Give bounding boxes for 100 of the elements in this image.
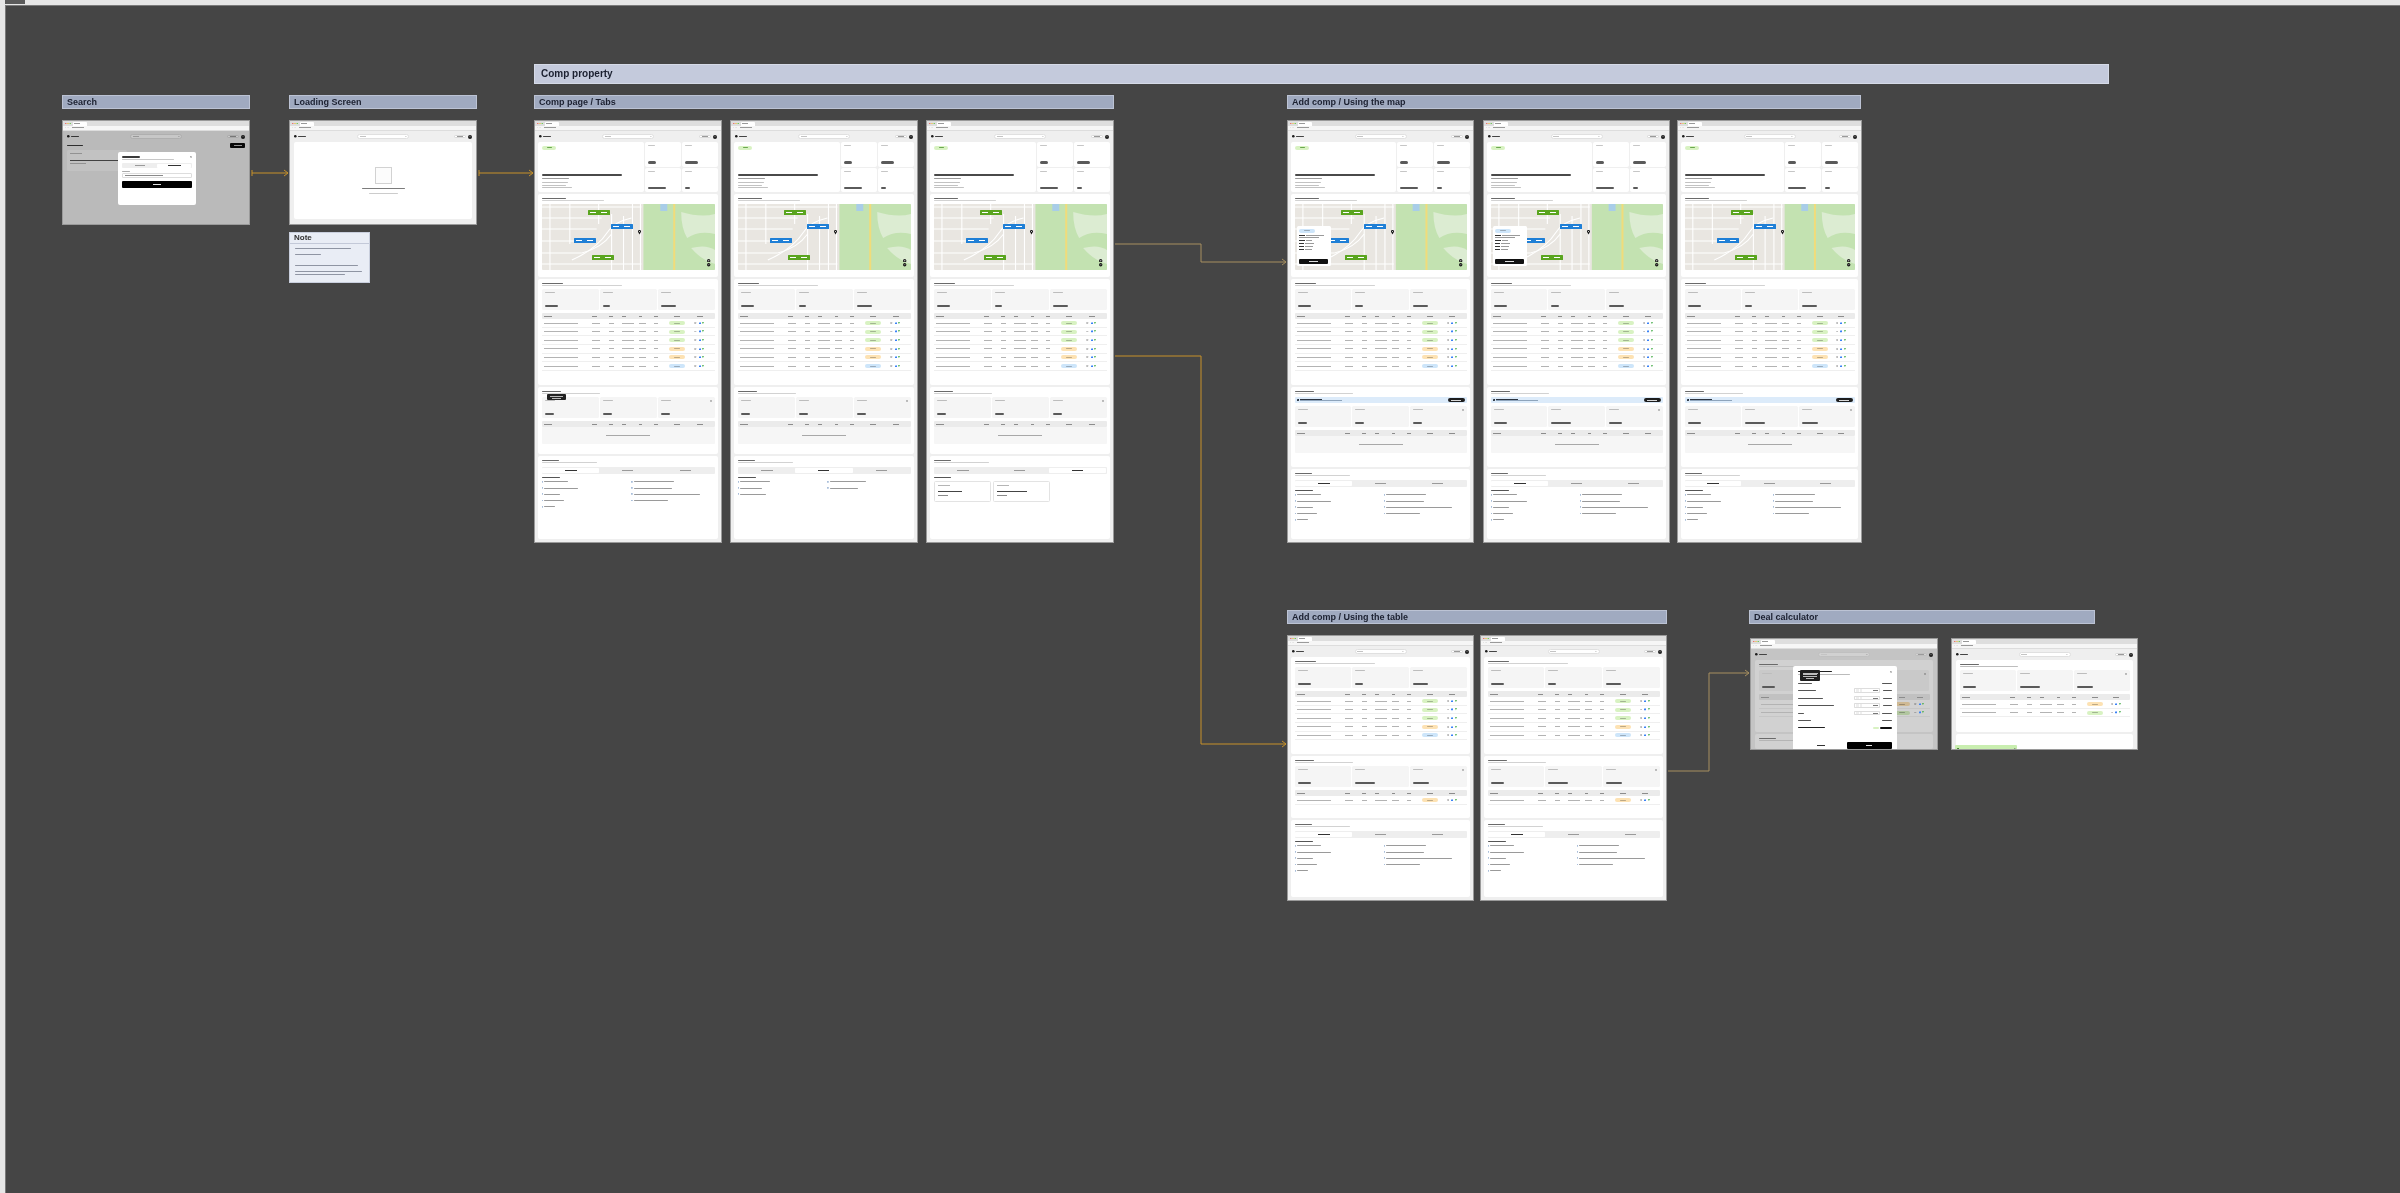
flag-icon[interactable]: [1094, 321, 1097, 325]
avatar-icon[interactable]: [1465, 134, 1469, 139]
search-field[interactable]: [130, 134, 182, 139]
price-tag[interactable]: [1344, 255, 1367, 260]
flag-icon[interactable]: [898, 347, 901, 350]
flag-icon[interactable]: [898, 356, 901, 359]
table-row[interactable]: [737, 353, 911, 363]
home-icon[interactable]: [894, 364, 897, 368]
number-input[interactable]: [1854, 703, 1880, 708]
trash-icon[interactable]: [709, 400, 712, 403]
avatar-icon[interactable]: [1853, 134, 1857, 139]
eye-icon[interactable]: [1446, 725, 1450, 728]
table-row[interactable]: [737, 319, 911, 328]
flag-icon[interactable]: [1094, 364, 1097, 368]
search-field[interactable]: [2018, 652, 2071, 657]
table-row[interactable]: [1294, 353, 1467, 363]
search-button[interactable]: [122, 181, 192, 189]
flag-icon[interactable]: [1094, 347, 1097, 350]
home-icon[interactable]: [1647, 321, 1650, 325]
eye-icon[interactable]: [1446, 356, 1450, 359]
zoom-out-button[interactable]: [1847, 263, 1851, 267]
price-tag[interactable]: [1363, 224, 1386, 229]
eye-icon[interactable]: [1446, 330, 1450, 333]
flag-icon[interactable]: [1648, 717, 1651, 720]
eye-icon[interactable]: [1446, 708, 1450, 711]
parcel-tab[interactable]: [1295, 480, 1353, 486]
eye-icon[interactable]: [1086, 356, 1089, 359]
number-input[interactable]: [1854, 695, 1880, 701]
table-row[interactable]: [1294, 705, 1467, 715]
home-icon[interactable]: [894, 356, 897, 359]
trash-icon[interactable]: [1924, 673, 1927, 676]
home-icon[interactable]: [894, 339, 897, 342]
eye-icon[interactable]: [890, 339, 893, 342]
table-row[interactable]: [933, 336, 1107, 345]
home-icon[interactable]: [1090, 339, 1093, 342]
zoom-in-button[interactable]: [707, 258, 711, 263]
parcel-tab[interactable]: [542, 467, 600, 473]
flag-icon[interactable]: [1455, 699, 1458, 703]
home-icon[interactable]: [1644, 798, 1647, 802]
eye-icon[interactable]: [694, 356, 697, 359]
table-row[interactable]: [541, 344, 715, 354]
banner-action-button[interactable]: [1835, 398, 1853, 402]
avatar-icon[interactable]: [1105, 134, 1109, 139]
table-row[interactable]: [1294, 344, 1467, 354]
browser-tab[interactable]: [1298, 122, 1312, 126]
flag-icon[interactable]: [898, 364, 901, 368]
trash-icon[interactable]: [1657, 409, 1660, 412]
home-icon[interactable]: [1918, 711, 1921, 714]
table-row[interactable]: [737, 344, 911, 354]
flag-icon[interactable]: [702, 364, 705, 368]
table-row[interactable]: [1294, 714, 1467, 723]
avatar-icon[interactable]: [1465, 649, 1469, 654]
address-input[interactable]: [122, 172, 192, 179]
map-pin-icon[interactable]: [1780, 230, 1784, 235]
eye-icon[interactable]: [1835, 330, 1839, 333]
home-icon[interactable]: [698, 321, 701, 325]
home-icon[interactable]: [894, 347, 897, 350]
eye-icon[interactable]: [1446, 339, 1450, 342]
home-icon[interactable]: [1840, 347, 1843, 350]
eye-icon[interactable]: [1446, 734, 1450, 737]
search-mode-tab[interactable]: [157, 163, 192, 168]
table-row[interactable]: [1684, 336, 1855, 345]
price-tag[interactable]: [1559, 224, 1582, 229]
price-tag[interactable]: [587, 210, 610, 215]
zoom-in-button[interactable]: [1099, 258, 1103, 263]
table-row[interactable]: [1294, 336, 1467, 345]
table-row[interactable]: [1294, 362, 1467, 371]
flag-icon[interactable]: [1651, 339, 1654, 342]
table-row[interactable]: [933, 353, 1107, 363]
home-icon[interactable]: [1451, 798, 1454, 802]
search-field[interactable]: [1354, 134, 1407, 139]
search-field[interactable]: [1743, 134, 1796, 139]
home-icon[interactable]: [1644, 699, 1647, 703]
zoom-in-button[interactable]: [1459, 258, 1463, 263]
eye-icon[interactable]: [1835, 339, 1839, 342]
flag-icon[interactable]: [1455, 717, 1458, 720]
table-row[interactable]: [1684, 353, 1855, 363]
number-input[interactable]: [1854, 688, 1880, 693]
browser-tab[interactable]: [73, 122, 87, 126]
home-icon[interactable]: [1647, 330, 1650, 333]
flag-icon[interactable]: [898, 330, 901, 333]
price-tag[interactable]: [787, 255, 810, 260]
table-row[interactable]: [1294, 697, 1467, 706]
table-row[interactable]: [541, 327, 715, 337]
flag-icon[interactable]: [1648, 734, 1651, 737]
flag-icon[interactable]: [1651, 330, 1654, 333]
zoom-out-button[interactable]: [903, 263, 907, 267]
flag-icon[interactable]: [1844, 339, 1847, 342]
home-icon[interactable]: [1647, 347, 1650, 350]
flag-icon[interactable]: [1651, 356, 1654, 359]
zoom-in-button[interactable]: [903, 258, 907, 263]
price-tag[interactable]: [591, 255, 614, 260]
table-row[interactable]: [1294, 327, 1467, 337]
eye-icon[interactable]: [1835, 356, 1839, 359]
home-icon[interactable]: [1090, 321, 1093, 325]
table-row[interactable]: [1684, 362, 1855, 371]
map-pin-icon[interactable]: [637, 230, 641, 235]
table-row[interactable]: [1487, 722, 1660, 732]
price-tag[interactable]: [1716, 238, 1739, 243]
table-row[interactable]: [541, 362, 715, 371]
